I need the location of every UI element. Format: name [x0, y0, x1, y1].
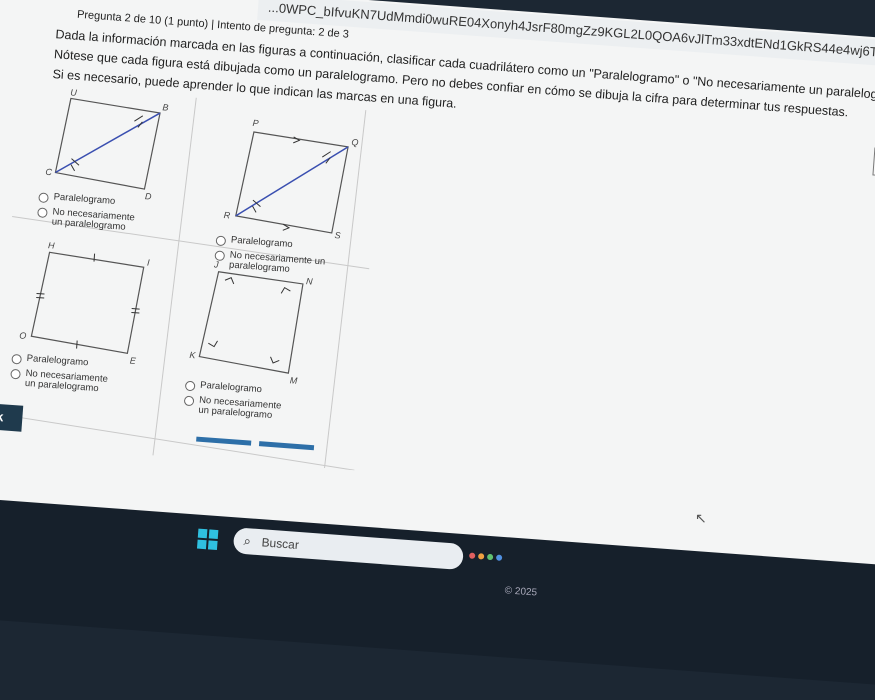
option-label: No necesariamente un paralelogramo	[24, 367, 109, 395]
figure-hioe: H I O E	[19, 240, 151, 366]
figure-jnkm: J N K M	[189, 259, 314, 386]
vertex-label: U	[70, 87, 78, 97]
option-label: Paralelogramo	[26, 352, 89, 369]
radio-button[interactable]	[37, 207, 48, 219]
radio-button[interactable]	[184, 380, 196, 392]
options-figure-1: Paralelogramo No necesariamente un paral…	[36, 191, 149, 238]
option-label: No necesariamente un paralelogramo	[198, 394, 282, 422]
vertex-label: B	[162, 102, 169, 112]
vertex-label: P	[252, 118, 259, 128]
vertex-label: I	[147, 258, 151, 268]
search-placeholder: Buscar	[261, 535, 300, 552]
options-figure-4: Paralelogramo No necesariamente un paral…	[183, 380, 296, 427]
radio-button[interactable]	[10, 368, 21, 380]
windows-start-icon[interactable]	[196, 528, 219, 551]
vertex-label: Q	[351, 137, 359, 147]
option-no-necesariamente[interactable]: No necesariamente un paralelogramo	[36, 206, 147, 234]
mouse-cursor-icon: ↖	[695, 510, 707, 526]
vertex-label: M	[289, 375, 298, 386]
vertex-label: C	[45, 167, 53, 177]
radio-button[interactable]	[215, 235, 227, 247]
option-label: Paralelogramo	[53, 191, 116, 207]
figure-ubcd: U B C D	[45, 87, 169, 201]
progress-bar	[196, 436, 252, 446]
option-no-necesariamente[interactable]: No necesariamente un paralelogramo	[10, 368, 121, 396]
radio-button[interactable]	[183, 395, 195, 407]
tray-icons[interactable]	[467, 548, 514, 565]
vertex-label: N	[306, 276, 314, 286]
option-label: No necesariamente un paralelogramo	[51, 206, 136, 233]
vertex-label: K	[189, 350, 197, 360]
option-label: Paralelogramo	[199, 379, 263, 396]
options-figure-3: Paralelogramo No necesariamente un paral…	[9, 353, 122, 400]
option-label: Paralelogramo	[230, 234, 293, 251]
progress-bar	[258, 441, 315, 451]
copyright-text: © 2025	[504, 585, 538, 599]
option-no-necesariamente[interactable]: No necesariamente un paralelogramo	[183, 395, 294, 423]
radio-button[interactable]	[38, 192, 49, 204]
radio-button[interactable]	[11, 353, 23, 365]
search-icon: ⌕	[243, 532, 252, 549]
vertex-label: J	[213, 259, 220, 269]
figure-pqrs: P Q R S	[223, 118, 359, 240]
vertex-label: H	[48, 240, 56, 250]
vertex-label: O	[19, 330, 27, 340]
taskbar-search[interactable]: ⌕ Buscar	[232, 527, 465, 571]
vertex-label: E	[129, 356, 137, 366]
vertex-label: R	[223, 210, 231, 220]
